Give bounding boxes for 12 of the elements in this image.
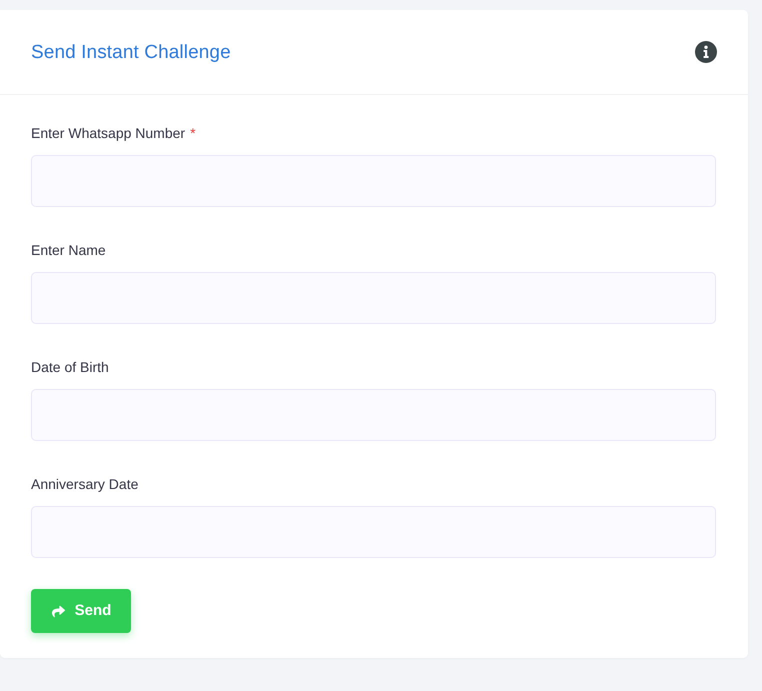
field-label: Date of Birth — [31, 358, 110, 377]
info-icon[interactable] — [695, 40, 717, 62]
send-button[interactable]: Send — [31, 589, 131, 633]
text-input[interactable] — [31, 389, 716, 441]
text-input[interactable] — [31, 155, 716, 207]
card-title: Send Instant Challenge — [31, 42, 231, 62]
field-label: Anniversary Date — [31, 475, 140, 494]
field-label: Enter Name — [31, 241, 107, 260]
text-input[interactable] — [31, 506, 716, 558]
share-arrow-icon — [50, 604, 66, 618]
field-label: Enter Whatsapp Number * — [31, 124, 197, 143]
text-input[interactable] — [31, 272, 716, 324]
